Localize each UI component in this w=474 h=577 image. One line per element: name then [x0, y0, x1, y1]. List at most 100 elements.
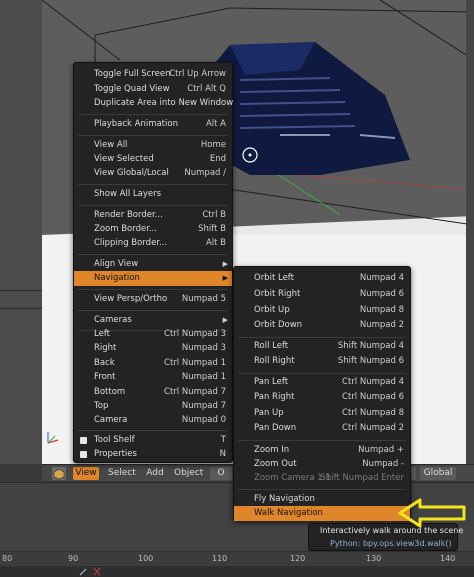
submenu-arrow-icon: ▶: [222, 260, 228, 268]
submenu-arrow-icon: ▶: [222, 274, 228, 282]
menu-item-zoom-in[interactable]: Zoom In Numpad +: [234, 443, 410, 458]
menu-item-label: Zoom Border...: [94, 224, 158, 234]
menu-item-shortcut: Shift Numpad 6: [337, 356, 404, 366]
menu-item-left[interactable]: Left Ctrl Numpad 3: [74, 327, 232, 342]
menu-item-pan-right[interactable]: Pan Right Ctrl Numpad 6: [234, 390, 410, 405]
menu-separator: [78, 135, 228, 136]
menu-item-toggle-quad-view[interactable]: Toggle Quad View Ctrl Alt Q: [74, 82, 232, 97]
menu-separator: [78, 184, 228, 185]
cube-icon: [53, 468, 65, 480]
menu-separator: [78, 114, 228, 115]
menu-item-roll-left[interactable]: Roll Left Shift Numpad 4: [234, 339, 410, 354]
menu-item-pan-left[interactable]: Pan Left Ctrl Numpad 4: [234, 375, 410, 390]
submenu-arrow-icon: ▶: [222, 316, 228, 324]
tool-icons: [79, 567, 101, 576]
menu-item-label: Roll Left: [254, 341, 289, 351]
menu-item-properties[interactable]: Properties N: [74, 447, 232, 462]
tool-shelf-panel[interactable]: [0, 0, 42, 464]
menu-item-toggle-full-screen[interactable]: Toggle Full Screen Ctrl Up Arrow: [74, 67, 232, 82]
menu-item-label: View Global/Local: [94, 168, 169, 178]
menu-item-zoom-out[interactable]: Zoom Out Numpad -: [234, 457, 410, 472]
menu-item-shortcut: Ctrl Numpad 8: [342, 408, 404, 418]
object-menu-button[interactable]: Object: [174, 467, 203, 480]
menu-item-view-global-local[interactable]: View Global/Local Numpad /: [74, 166, 232, 181]
tooltip-python: Python: bpy.ops.view3d.walk(): [330, 539, 452, 548]
menu-item-label: Zoom Out: [254, 459, 297, 469]
menu-item-shortcut: Shift Numpad Enter: [320, 473, 404, 483]
menu-separator: [78, 254, 228, 255]
menu-item-label: Top: [94, 401, 109, 411]
menu-item-bottom[interactable]: Bottom Ctrl Numpad 7: [74, 385, 232, 400]
menu-separator: [78, 430, 228, 431]
menu-item-shortcut: Ctrl Numpad 3: [164, 329, 226, 339]
menu-item-view-selected[interactable]: View Selected End: [74, 152, 232, 167]
tick-label: 100: [138, 554, 154, 563]
menu-item-label: Roll Right: [254, 356, 295, 366]
menu-separator: [78, 289, 228, 290]
menu-item-back[interactable]: Back Ctrl Numpad 1: [74, 356, 232, 371]
menu-item-playback-animation[interactable]: Playback Animation Alt A: [74, 117, 232, 132]
menu-item-roll-right[interactable]: Roll Right Shift Numpad 6: [234, 354, 410, 369]
menu-item-fly-navigation[interactable]: Fly Navigation: [234, 492, 410, 507]
menu-item-orbit-right[interactable]: Orbit Right Numpad 6: [234, 287, 410, 302]
menu-item-label: Orbit Up: [254, 305, 290, 315]
menu-item-shortcut: Numpad /: [184, 168, 226, 178]
checkbox-icon[interactable]: [80, 437, 87, 444]
menu-item-shortcut: Ctrl Numpad 1: [164, 358, 226, 368]
menu-item-navigation[interactable]: Navigation ▶: [74, 271, 232, 286]
menu-item-label: Duplicate Area into New Window: [94, 98, 234, 108]
menu-item-top[interactable]: Top Numpad 7: [74, 399, 232, 414]
select-menu-button[interactable]: Select: [108, 467, 136, 480]
menu-item-pan-down[interactable]: Pan Down Ctrl Numpad 2: [234, 421, 410, 436]
menu-item-front[interactable]: Front Numpad 1: [74, 370, 232, 385]
menu-item-label: View Persp/Ortho: [94, 294, 168, 304]
menu-item-zoom-border[interactable]: Zoom Border... Shift B: [74, 222, 232, 237]
annotation-arrow-icon: [398, 498, 466, 528]
menu-item-label: Toggle Full Screen: [94, 69, 171, 79]
add-menu-button[interactable]: Add: [144, 467, 166, 480]
menu-item-view-all[interactable]: View All Home: [74, 138, 232, 153]
menu-item-walk-navigation[interactable]: Walk Navigation: [234, 506, 410, 521]
menu-item-show-all-layers[interactable]: Show All Layers: [74, 187, 232, 202]
menu-item-label: Front: [94, 372, 116, 382]
editor-type-button[interactable]: [52, 467, 66, 480]
menu-separator: [78, 205, 228, 206]
menu-item-label: Align View: [94, 259, 139, 269]
menu-item-camera[interactable]: Camera Numpad 0: [74, 413, 232, 428]
menu-item-orbit-down[interactable]: Orbit Down Numpad 2: [234, 318, 410, 333]
menu-item-label: Camera: [94, 415, 128, 425]
menu-item-shortcut: Numpad 7: [181, 401, 226, 411]
properties-edge[interactable]: [466, 0, 474, 464]
menu-item-shortcut: Numpad +: [358, 445, 404, 455]
menu-item-clipping-border[interactable]: Clipping Border... Alt B: [74, 236, 232, 251]
menu-item-label: Toggle Quad View: [94, 84, 170, 94]
mode-selector[interactable]: O: [210, 467, 232, 480]
transform-orientation-select[interactable]: Global: [420, 467, 456, 480]
menu-item-label: View Selected: [94, 154, 154, 164]
menu-item-align-view[interactable]: Align View ▶: [74, 257, 232, 272]
menu-item-zoom-camera-1-1[interactable]: Zoom Camera 1:1 Shift Numpad Enter: [234, 471, 410, 486]
menu-item-label: Pan Left: [254, 377, 289, 387]
menu-item-duplicate-area[interactable]: Duplicate Area into New Window: [74, 96, 234, 111]
menu-item-pan-up[interactable]: Pan Up Ctrl Numpad 8: [234, 406, 410, 421]
menu-item-orbit-up[interactable]: Orbit Up Numpad 8: [234, 303, 410, 318]
checkbox-icon[interactable]: [80, 451, 87, 458]
view-menu-button[interactable]: View: [73, 467, 99, 480]
menu-item-right[interactable]: Right Numpad 3: [74, 341, 232, 356]
menu-item-label: View All: [94, 140, 128, 150]
menu-item-label: Bottom: [94, 387, 126, 397]
menu-item-tool-shelf[interactable]: Tool Shelf T: [74, 433, 232, 448]
frame-ruler[interactable]: 80 90 100 110 120 130 140: [0, 551, 474, 566]
menu-item-label: Pan Down: [254, 423, 297, 433]
menu-item-render-border[interactable]: Render Border... Ctrl B: [74, 208, 232, 223]
menu-item-shortcut: N: [219, 449, 226, 459]
menu-item-view-persp-ortho[interactable]: View Persp/Ortho Numpad 5: [74, 292, 232, 307]
menu-item-label: Zoom In: [254, 445, 290, 455]
tick-label: 120: [290, 554, 306, 563]
menu-item-label: Clipping Border...: [94, 238, 168, 248]
menu-item-shortcut: Numpad 8: [359, 305, 404, 315]
menu-item-orbit-left[interactable]: Orbit Left Numpad 4: [234, 271, 410, 286]
menu-item-cameras[interactable]: Cameras ▶: [74, 313, 232, 328]
menu-item-shortcut: Home: [200, 140, 226, 150]
menu-item-label: Pan Up: [254, 408, 284, 418]
